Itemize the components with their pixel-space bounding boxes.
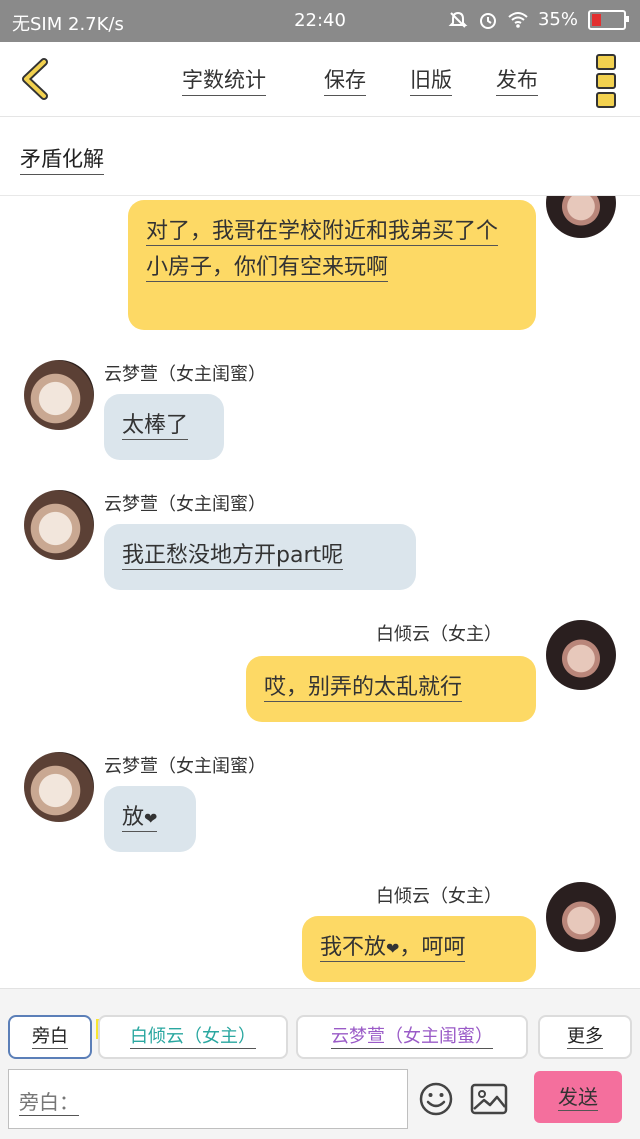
- wifi-icon: [508, 11, 528, 28]
- title-bar: 矛盾化解: [0, 117, 640, 196]
- message-bubble[interactable]: 太棒了: [104, 394, 224, 460]
- heart-icon: ❤: [386, 939, 400, 958]
- message-text: 放❤: [122, 805, 158, 832]
- sender-name: 云梦萱（女主闺蜜）: [104, 756, 266, 777]
- old-version-button[interactable]: 旧版: [410, 64, 452, 96]
- message-input[interactable]: 旁白：: [8, 1069, 408, 1129]
- message-bubble[interactable]: 对了，我哥在学校附近和我弟买了个小房子，你们有空来玩啊: [128, 200, 536, 330]
- chip-label: 更多: [567, 1026, 603, 1049]
- battery-icon: [588, 9, 629, 30]
- avatar[interactable]: [546, 196, 616, 238]
- send-button[interactable]: 发送: [534, 1071, 622, 1123]
- emoji-icon[interactable]: [418, 1081, 454, 1117]
- sender-name: 云梦萱（女主闺蜜）: [104, 494, 266, 515]
- message-text: 我正愁没地方开part呢: [122, 543, 344, 570]
- avatar[interactable]: [24, 490, 94, 560]
- page-title: 矛盾化解: [20, 143, 104, 175]
- composer-bar: 旁白 主 白倾云（女主） 云梦萱（女主闺蜜） 更多 旁白： 发送: [0, 988, 640, 1139]
- word-count-button[interactable]: 字数统计: [182, 64, 266, 96]
- avatar[interactable]: [24, 752, 94, 822]
- save-button[interactable]: 保存: [324, 64, 366, 96]
- message-bubble[interactable]: 我不放❤，呵呵: [302, 916, 536, 982]
- back-icon[interactable]: [14, 56, 60, 102]
- sender-name: 白倾云（女主）: [376, 624, 502, 645]
- sender-name: 云梦萱（女主闺蜜）: [104, 364, 266, 385]
- avatar[interactable]: [24, 360, 94, 430]
- message-bubble[interactable]: 放❤: [104, 786, 196, 852]
- message-text: 对了，我哥在学校附近和我弟买了个小房子，你们有空来玩啊: [146, 219, 499, 282]
- heart-icon: ❤: [144, 809, 158, 828]
- alarm-icon: [479, 12, 496, 29]
- input-placeholder: 旁白：: [19, 1090, 79, 1116]
- image-icon[interactable]: [470, 1083, 508, 1115]
- sender-name: 白倾云（女主）: [376, 886, 502, 907]
- avatar[interactable]: [546, 882, 616, 952]
- chip-label: 白倾云（女主）: [130, 1026, 256, 1049]
- message-text: 我不放❤，呵呵: [320, 935, 466, 962]
- battery-percent: 35%: [537, 9, 578, 30]
- message-bubble[interactable]: 我正愁没地方开part呢: [104, 524, 416, 590]
- battery-level: [592, 13, 602, 26]
- publish-button[interactable]: 发布: [496, 64, 538, 96]
- chip-label: 旁白: [32, 1026, 68, 1049]
- chip-label: 云梦萱（女主闺蜜）: [331, 1026, 493, 1049]
- avatar[interactable]: [546, 620, 616, 690]
- top-bar: 字数统计 保存 旧版 发布: [0, 42, 640, 117]
- chat-area[interactable]: 对了，我哥在学校附近和我弟买了个小房子，你们有空来玩啊 云梦萱（女主闺蜜） 太棒…: [0, 196, 640, 988]
- mute-bell-icon: [448, 11, 468, 28]
- message-bubble[interactable]: 哎，别弄的太乱就行: [246, 656, 536, 722]
- role-chip-narrator[interactable]: 旁白: [8, 1015, 92, 1059]
- more-roles-button[interactable]: 更多: [538, 1015, 632, 1059]
- send-label: 发送: [558, 1085, 598, 1111]
- more-menu-icon[interactable]: [594, 54, 618, 108]
- message-text: 太棒了: [122, 413, 189, 440]
- role-chip-bai-qingyun[interactable]: 白倾云（女主）: [98, 1015, 288, 1059]
- status-icons: 35%: [448, 9, 629, 30]
- status-bar: 无SIM 2.7K/s 22:40 35%: [0, 0, 640, 42]
- role-chip-yun-mengxuan[interactable]: 云梦萱（女主闺蜜）: [296, 1015, 528, 1059]
- message-text: 哎，别弄的太乱就行: [264, 675, 463, 702]
